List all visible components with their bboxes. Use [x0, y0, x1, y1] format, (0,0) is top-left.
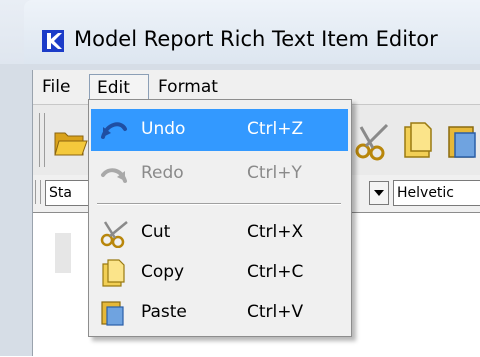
text-cursor-area: [55, 233, 71, 273]
menu-separator: [97, 203, 341, 205]
undo-label: Undo: [141, 119, 186, 139]
paste-label: Paste: [141, 302, 187, 322]
menu-item-redo[interactable]: Redo Ctrl+Y: [91, 153, 348, 195]
edit-menu-dropdown: Undo Ctrl+Z Redo Ctrl+Y Cut Ctrl+X Copy …: [88, 99, 352, 337]
menu-item-paste[interactable]: Paste Ctrl+V: [91, 292, 348, 334]
menu-file[interactable]: File: [35, 74, 77, 100]
cut-label: Cut: [141, 222, 171, 242]
font-combo[interactable]: Helvetic: [393, 180, 480, 206]
menu-item-copy[interactable]: Copy Ctrl+C: [91, 252, 348, 294]
menu-item-undo[interactable]: Undo Ctrl+Z: [91, 109, 348, 151]
redo-icon: [101, 168, 127, 183]
paste-shortcut: Ctrl+V: [247, 302, 304, 322]
menu-bar: File Edit Format: [33, 74, 480, 103]
paste-icon: [101, 301, 124, 326]
app-icon: [42, 30, 64, 52]
format-toolbar-grip[interactable]: [35, 180, 41, 204]
copy-label: Copy: [141, 262, 185, 282]
paste-toolbar-icon[interactable]: [445, 121, 480, 161]
cut-shortcut: Ctrl+X: [247, 222, 304, 242]
copy-toolbar-icon[interactable]: [399, 121, 435, 161]
undo-icon: [101, 122, 127, 139]
copy-shortcut: Ctrl+C: [247, 262, 304, 282]
cut-toolbar-icon[interactable]: [353, 121, 391, 161]
open-folder-icon[interactable]: [53, 123, 89, 159]
undo-shortcut: Ctrl+Z: [247, 119, 304, 139]
scissors-icon: [100, 221, 128, 248]
redo-label: Redo: [141, 163, 184, 183]
menu-item-cut[interactable]: Cut Ctrl+X: [91, 212, 348, 254]
window-frame: Model Report Rich Text Item Editor File …: [0, 0, 480, 357]
redo-shortcut: Ctrl+Y: [247, 163, 302, 183]
menu-format[interactable]: Format: [151, 74, 225, 100]
window-title: Model Report Rich Text Item Editor: [74, 27, 438, 51]
toolbar-grip[interactable]: [39, 113, 45, 167]
copy-icon: [102, 259, 125, 287]
style-combo-dropdown-button[interactable]: [369, 181, 389, 205]
